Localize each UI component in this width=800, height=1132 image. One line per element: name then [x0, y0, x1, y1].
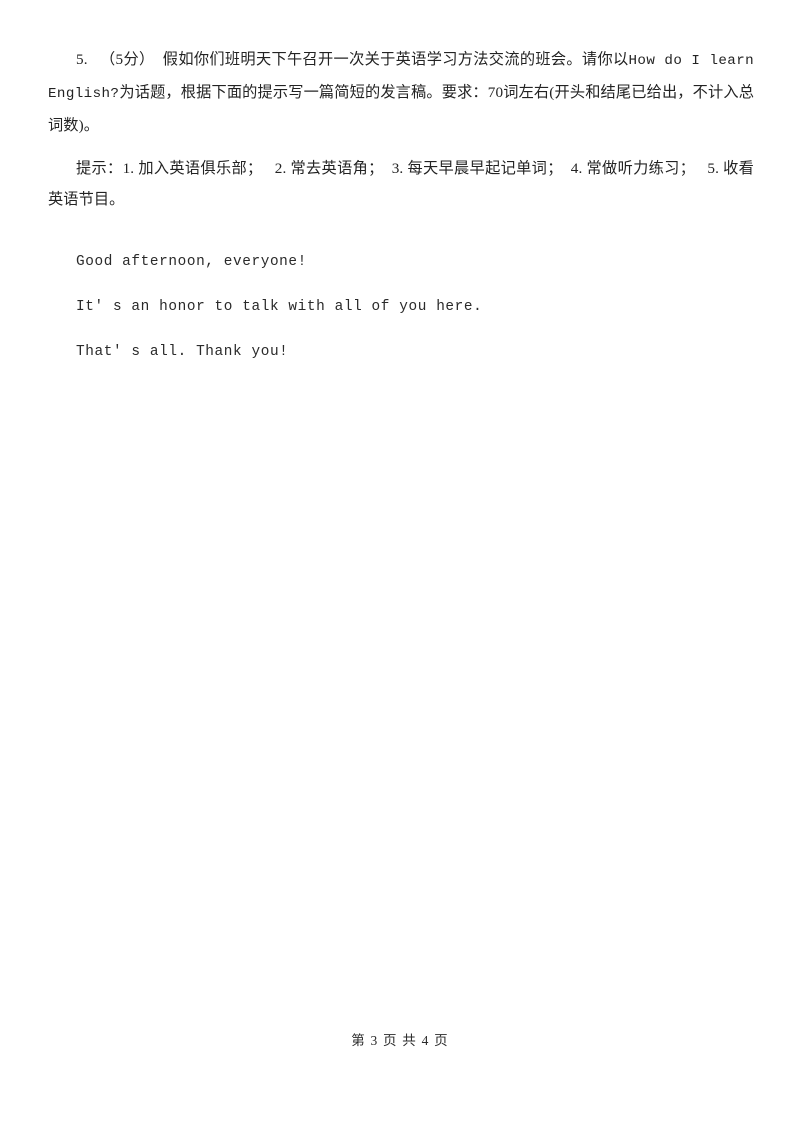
- question-stem-paragraph: 5. （5分） 假如你们班明天下午召开一次关于英语学习方法交流的班会。请你以Ho…: [48, 44, 754, 141]
- hint-number-3: 3.: [391, 160, 404, 177]
- hint-number-5: 5.: [707, 160, 719, 177]
- speech-line-greeting: Good afternoon, everyone!: [76, 254, 307, 270]
- page-footer: 第 3 页 共 4 页: [0, 1030, 800, 1052]
- question-stem-text-2: 为话题，根据下面的提示写一篇简短的发言稿。要求：: [119, 84, 488, 101]
- hint-number-2: 2.: [274, 160, 287, 177]
- footer-current-page: 3: [370, 1033, 379, 1048]
- document-page: 5. （5分） 假如你们班明天下午召开一次关于英语学习方法交流的班会。请你以Ho…: [0, 0, 800, 1132]
- speech-line-opening: It' s an honor to talk with all of you h…: [76, 299, 483, 315]
- footer-prefix: 第: [351, 1033, 366, 1048]
- hint-text-1: 加入英语俱乐部；: [138, 160, 263, 177]
- question-word-count: 70: [487, 84, 504, 101]
- hints-paragraph: 提示：1. 加入英语俱乐部； 2. 常去英语角； 3. 每天早晨早起记单词； 4…: [48, 153, 754, 215]
- hint-number-4: 4.: [570, 160, 583, 177]
- question-score: （5分）: [100, 51, 155, 68]
- question-stem-text-1: 假如你们班明天下午召开一次关于英语学习方法交流的班会。请你以: [162, 51, 629, 68]
- hint-text-4: 常做听力练习；: [586, 160, 695, 177]
- hints-label: 提示：: [76, 160, 123, 177]
- speech-line-closing: That' s all. Thank you!: [76, 344, 289, 360]
- footer-suffix: 页: [434, 1033, 449, 1048]
- hint-number-1: 1.: [122, 160, 135, 177]
- hint-text-3: 每天早晨早起记单词；: [407, 160, 563, 177]
- question-number: 5.: [76, 51, 88, 68]
- hint-text-2: 常去英语角；: [290, 160, 384, 177]
- footer-total-pages: 4: [421, 1033, 430, 1048]
- page-content: 5. （5分） 假如你们班明天下午召开一次关于英语学习方法交流的班会。请你以Ho…: [48, 44, 754, 368]
- footer-middle: 页 共: [383, 1033, 417, 1048]
